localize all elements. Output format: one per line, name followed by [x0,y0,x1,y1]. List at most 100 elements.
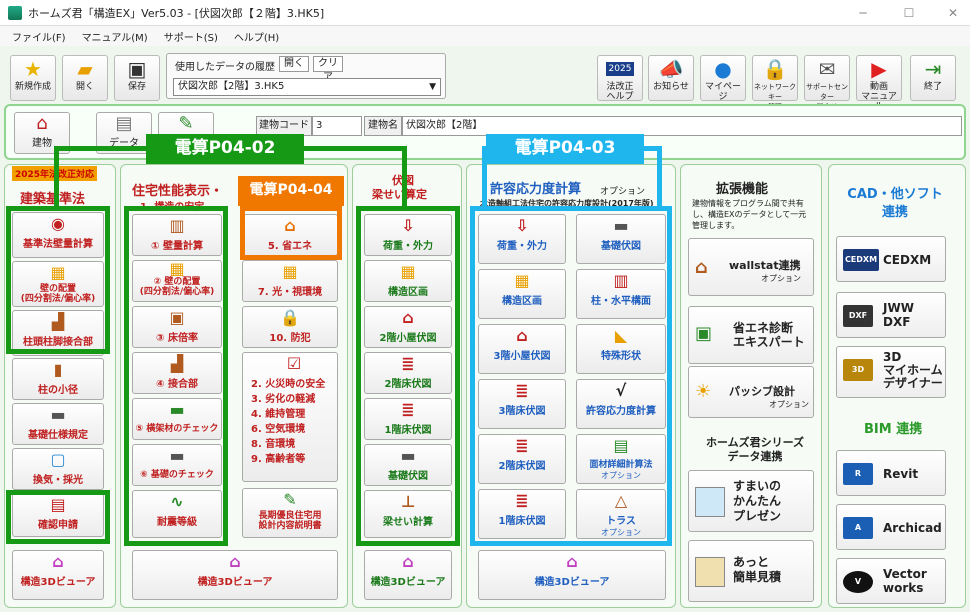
history-box: 使用したデータの履歴 開く クリア 伏図次郎【2階】3.HK5▼ [166,53,446,99]
exit-icon: ⇥ [924,57,942,81]
other-performance-button[interactable]: ☑ 2. 火災時の安全 3. 劣化の軽減 4. 維持管理 6. 空気環境 8. … [242,352,338,482]
wallstat-house-icon: ⌂ [695,257,708,278]
easy-presen-button[interactable]: すまいの かんたん プレゼン [688,470,814,532]
cad-title: CAD・他ソフト 連携 [847,187,943,220]
archicad-logo-icon: A [843,517,873,539]
ventilation-button[interactable]: ▢ 換気・採光 [12,448,104,490]
house-3d-icon: ⌂ [52,552,64,571]
long-term-housing-button[interactable]: ✎ 長期優良住宅用 設計内容説明書 [242,488,338,538]
wallstat-button[interactable]: ⌂ wallstat連携 オプション [688,238,814,296]
column-diameter-button[interactable]: ▮ 柱の小径 [12,358,104,400]
window-title: ホームズ君「構造EX」Ver5.03 - [伏図次郎【２階】3.HK5] [28,6,325,20]
overlay-connector-3 [402,146,407,208]
history-clear-button[interactable]: クリア [313,56,343,83]
performance-title: 住宅性能表示・ [132,184,224,199]
myhome-logo-icon: 3D [843,359,873,381]
vectorworks-logo-icon: V [843,571,873,593]
foundation-icon: ▬ [50,405,66,424]
vectorworks-button[interactable]: V Vector works [836,558,946,604]
app-icon [8,5,22,20]
presen-box-icon [695,487,725,517]
crime-prevention-button[interactable]: 🔒 10. 防犯 [242,306,338,348]
energy-box-icon: ▣ [695,323,713,344]
revit-button[interactable]: R Revit [836,450,946,496]
lock-icon: 🔒 [280,308,300,327]
minimize-button[interactable]: ─ [848,4,878,22]
archicad-button[interactable]: A Archicad [836,504,946,550]
news-button[interactable]: 📣 お知らせ [648,55,694,101]
video-manual-button[interactable]: ▶動画 マニュアル [856,55,902,112]
series-link-title: ホームズ君シリーズ データ連携 [705,436,805,463]
3d-myhome-button[interactable]: 3D 3D マイホーム デザイナー [836,346,946,398]
folder-icon: ▰ [77,57,93,81]
revit-logo-icon: R [843,463,873,485]
energy-expert-button[interactable]: ▣ 省エネ診断 エキスパート [688,306,814,364]
estimate-box-icon [695,557,725,587]
sun-house-icon: ☀ [695,381,712,402]
mail-icon: ✉ [818,57,836,81]
window-icon: ▢ [50,450,66,469]
building-standards-title: 建築基準法 [20,192,86,207]
menu-manual[interactable]: マニュアル(M) [82,29,148,44]
col2-3d-viewer-button[interactable]: ⌂ 構造3Dビューア [132,550,338,600]
support-contact-button[interactable]: ✉サポートセンター 問合せ [804,55,850,111]
col3-3d-viewer-button[interactable]: ⌂ 構造3Dビューア [364,550,452,600]
window-icon: ▦ [282,262,298,281]
col1-3d-viewer-button[interactable]: ⌂ 構造3Dビューア [12,550,104,600]
law-book-icon: 2025 [605,62,635,76]
mypage-button[interactable]: ● マイページ [700,55,746,102]
pencil-icon: ✎ [178,113,194,134]
easy-estimate-button[interactable]: あっと 簡単見積 [688,540,814,602]
overlay-col1-top-frame [6,206,110,354]
building-code-label: 建物コード [256,116,312,136]
document-icon: ▤ [115,113,133,134]
passive-design-button[interactable]: ☀ パッシブ設計 オプション [688,366,814,418]
dxf-logo-icon: DXF [843,305,873,327]
banner-p04-02: 電算P04-02 [146,134,304,164]
menu-help[interactable]: ヘルプ(H) [234,29,279,44]
open-button[interactable]: ▰ 開く [62,55,108,101]
title-bar: ホームズ君「構造EX」Ver5.03 - [伏図次郎【２階】3.HK5] ─ ☐… [0,0,970,26]
chevron-down-icon: ▼ [429,82,436,92]
menu-file[interactable]: ファイル(F) [12,29,66,44]
new-button[interactable]: ★ 新規作成 [10,55,56,101]
star-doc-icon: ★ [24,57,42,81]
megaphone-icon: 📣 [658,57,684,81]
bim-title: BIM 連携 [864,422,923,437]
history-select[interactable]: 伏図次郎【2階】3.HK5 ▼ [173,78,441,96]
overlay-col4-frame [470,206,672,546]
network-key-button[interactable]: 🔒ネットワークキー 管理 [752,55,798,111]
history-open-button[interactable]: 開く [279,56,309,72]
jww-dxf-button[interactable]: DXF JWW DXF [836,292,946,338]
banner-p04-04: 電算P04-04 [238,176,344,206]
light-view-button[interactable]: ▦ 7. 光・視環境 [242,260,338,302]
close-button[interactable]: ✕ [938,4,968,22]
menu-bar: ファイル(F) マニュアル(M) サポート(S) ヘルプ(H) [0,26,970,46]
checklist-house-icon: ☑ [286,354,302,373]
banner-p04-03: 電算P04-03 [486,134,644,164]
extension-title: 拡張機能 [716,182,769,197]
column-icon: ▮ [53,360,63,379]
house-3d-icon: ⌂ [229,552,241,571]
cedxm-button[interactable]: CEDXM CEDXM [836,236,946,282]
pen-doc-icon: ✎ [283,490,297,509]
extension-desc: 建物情報をプログラム間で共有し、構造EXのデータとして一元管理します。 [692,199,807,230]
house-3d-icon: ⌂ [402,552,414,571]
house-3d-icon: ⌂ [566,552,578,571]
person-icon: ● [714,57,732,81]
overlay-energy-frame [240,206,342,260]
col4-3d-viewer-button[interactable]: ⌂ 構造3Dビューア [478,550,666,600]
overlay-col2-frame [124,206,228,546]
building-code-field[interactable]: 3 [312,116,362,136]
cedxm-logo-icon: CEDXM [843,249,879,271]
maximize-button[interactable]: ☐ [894,4,924,22]
save-button[interactable]: ▣ 保存 [114,55,160,101]
exit-button[interactable]: ⇥ 終了 [910,55,956,101]
menu-support[interactable]: サポート(S) [164,29,218,44]
foundation-spec-button[interactable]: ▬ 基礎仕様規定 [12,403,104,445]
overlay-connector-1 [54,146,62,208]
law-help-button[interactable]: 2025 法改正 ヘルプ [597,55,643,102]
beam-height-title: 梁せい算定 [372,188,427,201]
history-label: 使用したデータの履歴 [175,62,275,73]
building-name-field[interactable]: 伏図次郎【2階】 [402,116,962,136]
